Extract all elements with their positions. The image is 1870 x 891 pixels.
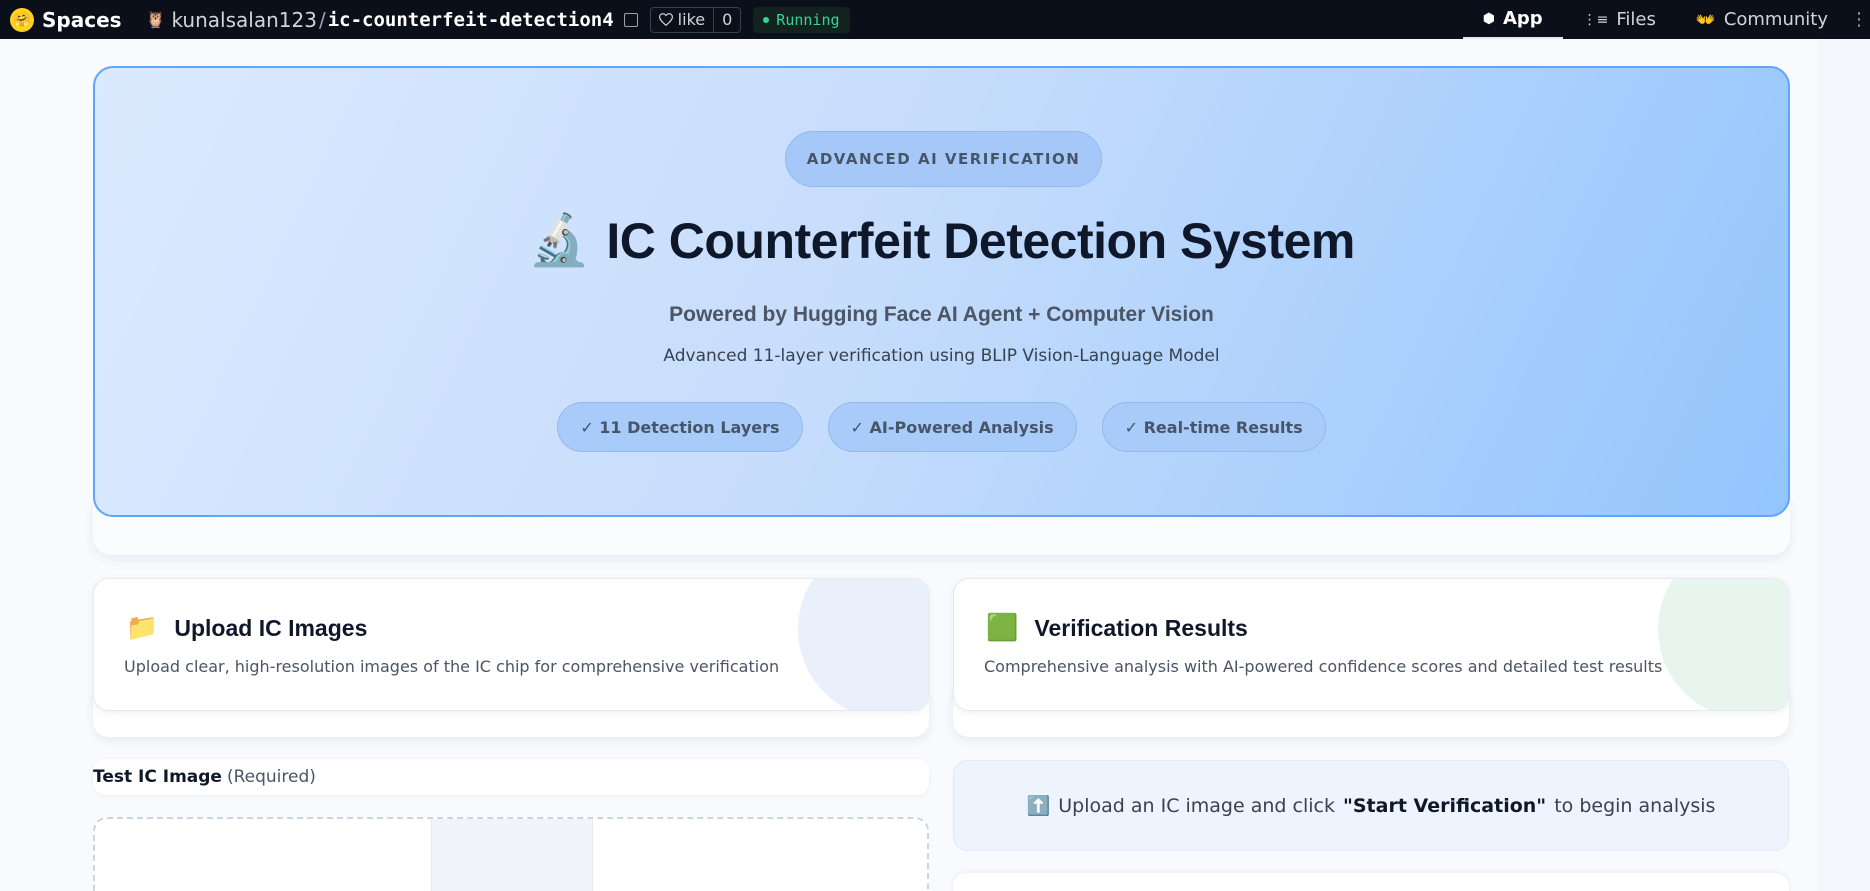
- like-count: 0: [722, 10, 733, 29]
- tab-community[interactable]: 👐 Community: [1676, 0, 1848, 39]
- huggingface-logo-icon[interactable]: 🤗: [10, 7, 34, 32]
- spaces-link[interactable]: Spaces: [42, 8, 122, 32]
- green-square-icon: 🟩: [986, 613, 1019, 643]
- next-results-card: [953, 873, 1789, 891]
- status-dot-icon: [763, 16, 770, 23]
- upload-card: 📁 Upload IC Images Upload clear, high-re…: [93, 578, 929, 711]
- page-title-text: IC Counterfeit Detection System: [606, 212, 1355, 269]
- tab-files-label: Files: [1616, 9, 1656, 30]
- files-icon: ⋮≡: [1582, 11, 1609, 28]
- copy-icon[interactable]: [623, 12, 638, 27]
- message-text-after: to begin analysis: [1554, 794, 1716, 817]
- tab-app-label: App: [1502, 8, 1543, 29]
- message-action-text: "Start Verification": [1342, 794, 1547, 817]
- status-badge: Running: [753, 6, 850, 33]
- upload-card-description: Upload clear, high-resolution images of …: [124, 657, 780, 676]
- more-options-icon[interactable]: ⋮: [1848, 9, 1870, 30]
- image-dropzone[interactable]: [93, 817, 929, 891]
- hero-description: Advanced 11-layer verification using BLI…: [663, 346, 1220, 366]
- feature-pill-realtime: ✓ Real-time Results: [1101, 402, 1326, 452]
- test-image-label-text: Test IC Image: [93, 767, 222, 787]
- hero-badge: ADVANCED AI VERIFICATION: [785, 131, 1102, 187]
- test-image-label: Test IC Image (Required): [93, 759, 929, 795]
- results-placeholder-message: ⬆️ Upload an IC image and click "Start V…: [953, 760, 1789, 851]
- required-indicator: (Required): [226, 767, 316, 787]
- owner-avatar-icon: 🦉: [145, 10, 166, 29]
- upload-card-title: Upload IC Images: [174, 614, 368, 641]
- like-label: like: [677, 10, 706, 29]
- hero-banner: ADVANCED AI VERIFICATION 🔬 IC Counterfei…: [93, 66, 1790, 517]
- results-card: 🟩 Verification Results Comprehensive ana…: [953, 578, 1789, 711]
- status-text: Running: [776, 10, 840, 29]
- top-bar: 🤗 Spaces 🦉 kunalsalan123 / ic-counterfei…: [0, 0, 1870, 39]
- results-card-description: Comprehensive analysis with AI-powered c…: [984, 657, 1663, 676]
- folder-icon: 📁: [126, 613, 159, 643]
- cube-icon: ⬢: [1482, 10, 1495, 27]
- decorative-blob: [1658, 579, 1788, 710]
- heart-icon: [658, 13, 673, 26]
- repo-owner-link[interactable]: kunalsalan123: [171, 8, 316, 32]
- decorative-blob: [798, 579, 928, 710]
- tab-files[interactable]: ⋮≡ Files: [1563, 0, 1676, 39]
- repo-separator: /: [318, 7, 326, 32]
- tab-app[interactable]: ⬢ App: [1462, 0, 1563, 39]
- dropzone-preview-area: [431, 819, 593, 891]
- results-card-title: Verification Results: [1034, 614, 1248, 641]
- feature-pill-ai-analysis: ✓ AI-Powered Analysis: [827, 402, 1077, 452]
- upload-arrow-icon: ⬆️: [1026, 795, 1051, 817]
- feature-pill-detection-layers: ✓ 11 Detection Layers: [557, 402, 803, 452]
- community-icon: 👐: [1695, 10, 1716, 29]
- like-button[interactable]: like 0: [649, 6, 742, 33]
- repo-name-link[interactable]: ic-counterfeit-detection4: [328, 9, 614, 31]
- feature-list: ✓ 11 Detection Layers ✓ AI-Powered Analy…: [95, 402, 1788, 452]
- message-text-before: Upload an IC image and click: [1058, 794, 1335, 817]
- hero-subtitle: Powered by Hugging Face AI Agent + Compu…: [669, 303, 1214, 326]
- microscope-icon: 🔬: [528, 211, 591, 269]
- page-title: 🔬 IC Counterfeit Detection System: [95, 211, 1788, 270]
- tab-community-label: Community: [1723, 9, 1828, 30]
